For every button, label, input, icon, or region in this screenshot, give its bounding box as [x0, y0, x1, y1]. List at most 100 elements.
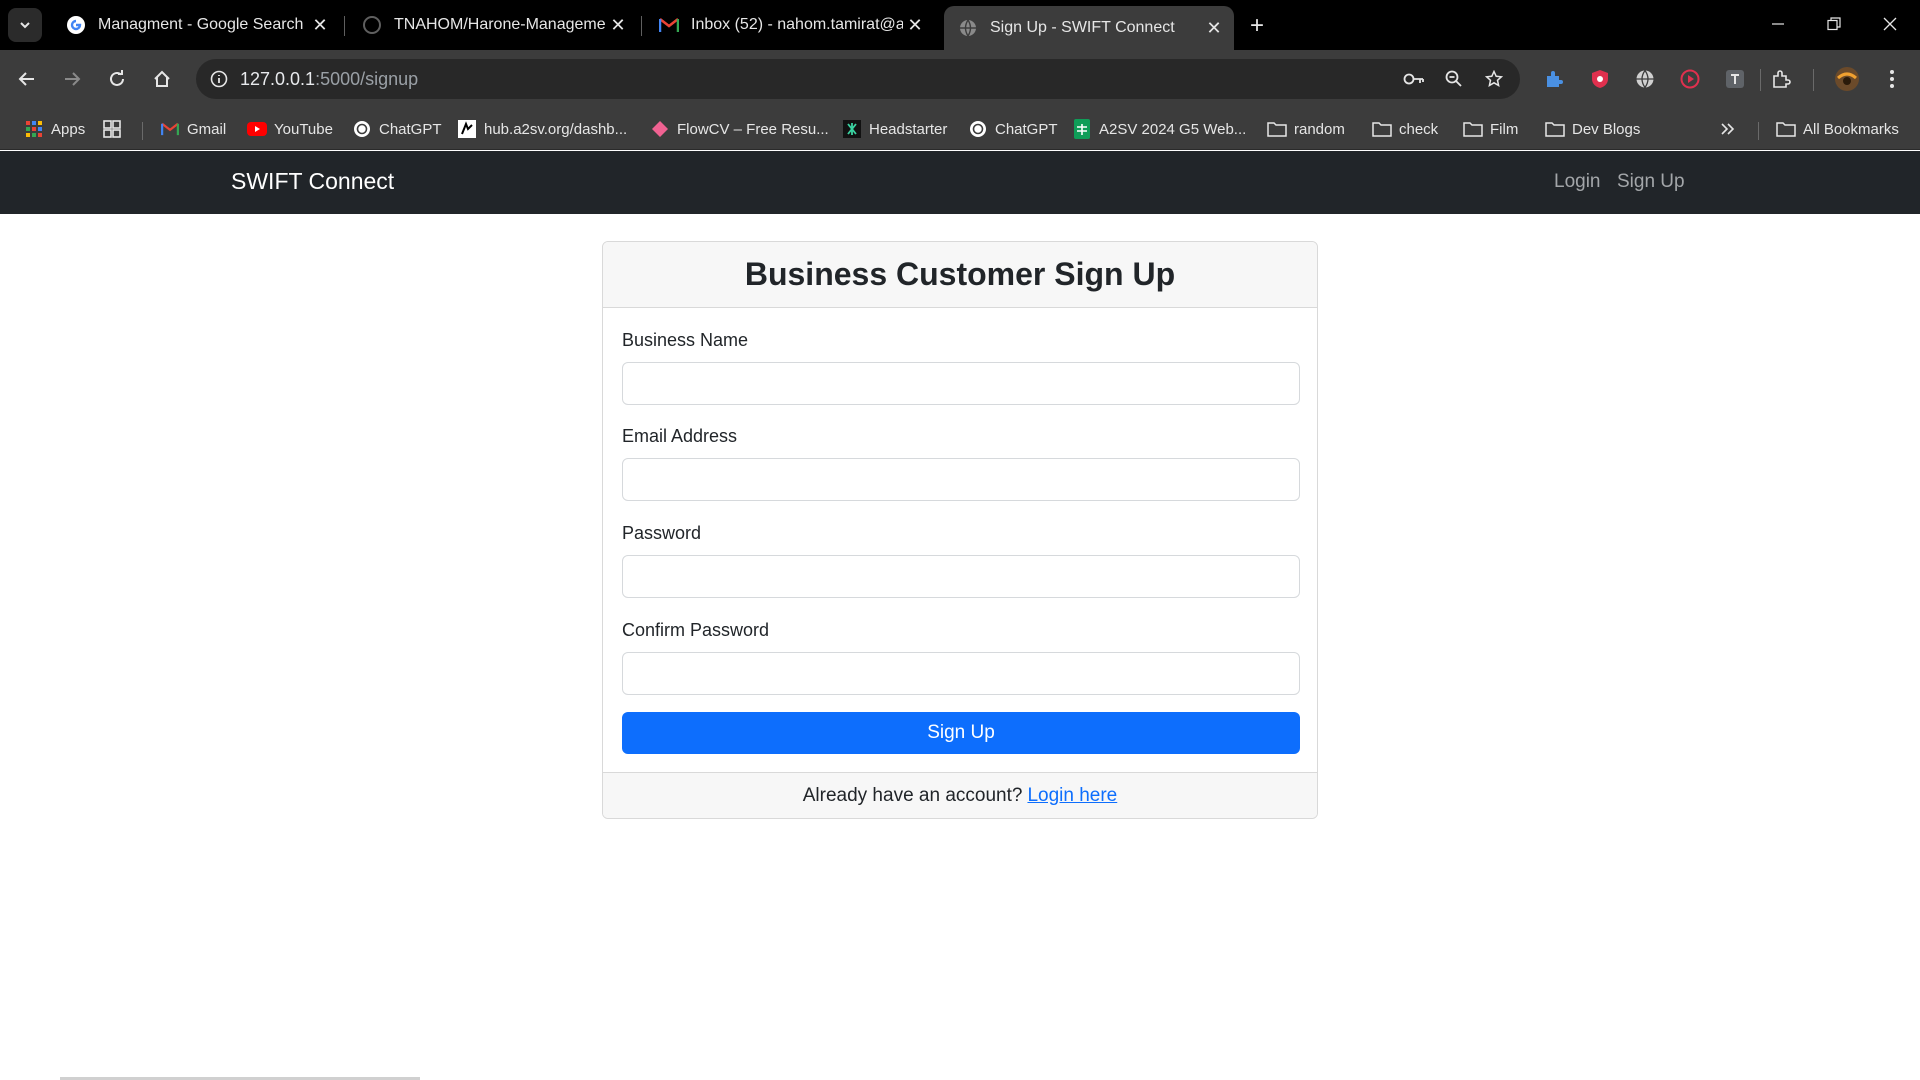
folder-icon — [1267, 119, 1287, 139]
business-name-input[interactable] — [622, 362, 1300, 405]
new-tab-button[interactable]: + — [1243, 12, 1271, 40]
play-circle-extension-icon[interactable] — [1673, 62, 1707, 96]
email-label: Email Address — [622, 426, 738, 446]
extension-puzzle-blue-icon[interactable] — [1537, 62, 1571, 96]
forward-button[interactable] — [55, 62, 89, 96]
password-label: Password — [622, 523, 702, 543]
restore-icon — [1827, 17, 1841, 31]
tab-gmail-inbox[interactable]: Inbox (52) - nahom.tamirat@aa ✕ — [645, 6, 935, 44]
tab-google-search[interactable]: Managment - Google Search ✕ — [52, 6, 340, 44]
bookmark-label: random — [1294, 120, 1345, 138]
signup-card: Business Customer Sign Up Business Name … — [602, 241, 1318, 819]
home-button[interactable] — [145, 62, 179, 96]
tab-divider — [641, 16, 642, 36]
bookmark-all-bookmarks[interactable]: All Bookmarks — [1776, 115, 1899, 143]
kebab-menu-icon[interactable] — [1875, 62, 1909, 96]
minimize-icon — [1772, 23, 1784, 25]
site-navbar: SWIFT Connect Login Sign Up — [0, 151, 1920, 214]
bookmark-chatgpt[interactable]: ChatGPT — [352, 115, 442, 143]
footer-text: Already have an account? — [802, 785, 1023, 806]
nav-login-link[interactable]: Login — [1554, 171, 1601, 193]
tab-github[interactable]: TNAHOM/Harone-Managemen ✕ — [348, 6, 638, 44]
tab-title: TNAHOM/Harone-Managemen — [394, 16, 606, 33]
bookmark-folder-film[interactable]: Film — [1463, 115, 1518, 143]
folder-icon — [1463, 119, 1483, 139]
bookmark-chatgpt-2[interactable]: ChatGPT — [968, 115, 1058, 143]
bookmark-a2sv-sheet[interactable]: A2SV 2024 G5 Web... — [1072, 115, 1246, 143]
bookmark-label: Apps — [51, 120, 86, 138]
tab-search-button[interactable] — [8, 8, 42, 42]
folder-icon — [1372, 119, 1392, 139]
bookmark-youtube[interactable]: YouTube — [247, 115, 333, 143]
bookmark-apps[interactable]: Apps — [24, 115, 85, 143]
confirm-password-input[interactable] — [622, 652, 1300, 695]
confirm-password-label: Confirm Password — [622, 620, 770, 640]
text-t-extension-icon[interactable] — [1718, 62, 1752, 96]
site-brand[interactable]: SWIFT Connect — [231, 168, 394, 195]
close-icon[interactable]: ✕ — [903, 13, 927, 37]
youtube-icon — [247, 119, 267, 139]
bookmark-label: Headstarter — [869, 120, 948, 138]
a2sv-icon — [457, 119, 477, 139]
double-chevron-right-icon — [1718, 119, 1738, 139]
sign-up-button[interactable]: Sign Up — [622, 712, 1300, 754]
password-input[interactable] — [622, 555, 1300, 598]
close-window-button[interactable] — [1870, 8, 1910, 40]
site-info-icon[interactable] — [202, 62, 236, 96]
reload-button[interactable] — [100, 62, 134, 96]
close-icon[interactable]: ✕ — [308, 13, 332, 37]
apps-grid-icon — [24, 119, 44, 139]
arrow-left-icon — [18, 72, 34, 86]
address-bar[interactable]: 127.0.0.1:5000/signup — [196, 59, 1520, 99]
headstarter-icon — [842, 119, 862, 139]
bookmark-label: ChatGPT — [379, 120, 442, 138]
bookmark-flowcv[interactable]: FlowCV – Free Resu... — [650, 115, 829, 143]
bookmark-divider — [142, 122, 143, 140]
tab-divider — [344, 16, 345, 36]
tab-title: Managment - Google Search — [98, 16, 304, 33]
tab-sign-up-active[interactable]: Sign Up - SWIFT Connect ✕ — [944, 6, 1234, 50]
restore-button[interactable] — [1814, 8, 1854, 40]
nav-signup-link[interactable]: Sign Up — [1617, 171, 1685, 193]
zoom-icon[interactable] — [1437, 62, 1471, 96]
close-icon — [1883, 17, 1897, 31]
sheets-icon — [1072, 119, 1092, 139]
card-footer: Already have an account? Login here — [603, 772, 1317, 818]
password-key-icon[interactable] — [1397, 62, 1431, 96]
minimize-button[interactable] — [1758, 8, 1798, 40]
url-text[interactable]: 127.0.0.1:5000/signup — [240, 69, 418, 90]
bookmark-headstarter[interactable]: Headstarter — [842, 115, 947, 143]
bookmark-divider — [1758, 122, 1759, 140]
close-icon[interactable]: ✕ — [606, 13, 630, 37]
card-header: Business Customer Sign Up — [603, 242, 1317, 308]
browser-toolbar: 127.0.0.1:5000/signup — [0, 50, 1920, 108]
back-button[interactable] — [10, 62, 44, 96]
globe-icon — [958, 18, 978, 38]
close-icon[interactable]: ✕ — [1202, 16, 1226, 40]
bookmarks-bar: Apps Gmail YouTube ChatGPT hub.a2sv.org/… — [0, 108, 1920, 150]
bookmark-folder-check[interactable]: check — [1372, 115, 1438, 143]
bookmarks-overflow-button[interactable] — [1718, 115, 1745, 143]
page-title: Business Customer Sign Up — [744, 256, 1176, 292]
arrow-right-icon — [65, 72, 81, 86]
email-input[interactable] — [622, 458, 1300, 501]
bookmark-star-icon[interactable] — [1477, 62, 1511, 96]
globe-extension-icon[interactable] — [1628, 62, 1662, 96]
bookmark-folder-dev-blogs[interactable]: Dev Blogs — [1545, 115, 1640, 143]
google-icon — [66, 15, 86, 35]
bookmark-a2sv-hub[interactable]: hub.a2sv.org/dashb... — [457, 115, 627, 143]
bookmark-label: YouTube — [274, 120, 333, 138]
shield-extension-icon[interactable] — [1583, 62, 1617, 96]
bookmark-folder-random[interactable]: random — [1267, 115, 1345, 143]
login-here-link[interactable]: Login here — [1027, 785, 1117, 807]
profile-avatar[interactable] — [1830, 62, 1864, 96]
chatgpt-icon — [968, 119, 988, 139]
bookmark-label: check — [1399, 120, 1439, 138]
bookmark-tab-groups[interactable] — [102, 115, 129, 143]
toolbar-divider — [1813, 69, 1814, 91]
tab-title: Sign Up - SWIFT Connect — [990, 19, 1175, 36]
business-name-label: Business Name — [622, 330, 749, 350]
flowcv-icon — [650, 119, 670, 139]
extensions-puzzle-icon[interactable] — [1764, 62, 1798, 96]
bookmark-gmail[interactable]: Gmail — [160, 115, 226, 143]
